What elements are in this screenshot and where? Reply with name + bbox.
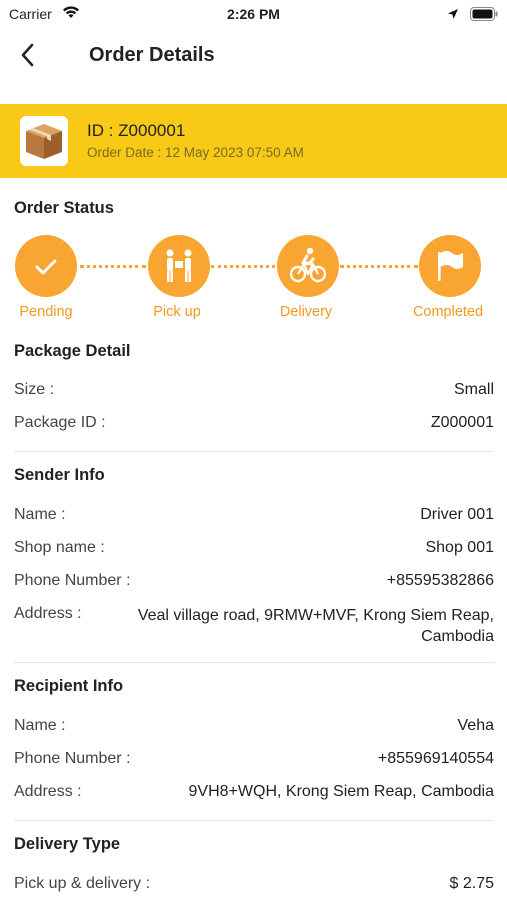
sender-name-label: Name :: [14, 506, 66, 523]
back-button[interactable]: [14, 40, 44, 70]
recipient-name-value: Veha: [457, 717, 494, 734]
clock-time: 2:26 PM: [227, 6, 280, 22]
section-divider: [14, 820, 494, 821]
recipient-address-value: 9VH8+WQH, Krong Siem Reap, Cambodia: [188, 783, 494, 800]
step-delivery: [277, 235, 339, 297]
nav-header: Order Details: [0, 30, 507, 85]
step-pickup: [148, 235, 210, 297]
package-id-value: Z000001: [430, 414, 494, 431]
check-icon: [35, 259, 57, 275]
handover-icon: [166, 249, 192, 282]
step-label-pending: Pending: [19, 304, 73, 320]
order-summary-banner: ID : Z000001 Order Date : 12 May 2023 07…: [0, 104, 507, 178]
recipient-phone-value: +855969140554: [377, 750, 494, 767]
step-pending: [15, 235, 77, 297]
order-id: ID : Z000001: [87, 121, 186, 140]
package-box-icon: [20, 116, 68, 166]
sender-shop-value: Shop 001: [425, 539, 494, 556]
sender-address-label: Address :: [14, 605, 82, 622]
step-label-completed: Completed: [412, 304, 484, 320]
flag-icon: [438, 251, 463, 281]
sender-name-value: Driver 001: [420, 506, 494, 523]
step-label-pickup: Pick up: [153, 304, 201, 320]
sender-phone-label: Phone Number :: [14, 572, 131, 589]
status-bar: Carrier 2:26 PM: [0, 0, 507, 30]
order-date: Order Date : 12 May 2023 07:50 AM: [87, 145, 304, 160]
delivery-type-label: Pick up & delivery :: [14, 875, 151, 892]
step-connector: [340, 265, 418, 268]
delivery-price-value: $ 2.75: [449, 875, 494, 892]
delivery-type-title: Delivery Type: [14, 835, 121, 853]
step-connector: [80, 265, 146, 268]
step-label-delivery: Delivery: [279, 304, 333, 320]
bicycle-icon: [289, 247, 327, 283]
step-completed: [419, 235, 481, 297]
package-id-label: Package ID :: [14, 414, 106, 431]
sender-info-title: Sender Info: [14, 466, 105, 484]
step-connector: [211, 265, 275, 268]
battery-icon: [470, 7, 498, 26]
order-status-stepper: Pending Pick up Delivery Completed: [0, 235, 507, 325]
sender-shop-label: Shop name :: [14, 539, 105, 556]
page-title: Order Details: [89, 44, 215, 66]
sender-address-row: Address : Veal village road, 9RMW+MVF, K…: [14, 605, 494, 649]
recipient-info-title: Recipient Info: [14, 677, 124, 695]
recipient-name-label: Name :: [14, 717, 66, 734]
sender-address-value: Veal village road, 9RMW+MVF, Krong Siem …: [137, 607, 494, 645]
location-arrow-icon: [447, 7, 459, 25]
order-status-title: Order Status: [14, 199, 114, 217]
recipient-phone-label: Phone Number :: [14, 750, 131, 767]
package-detail-title: Package Detail: [14, 342, 131, 360]
sender-phone-value: +85595382866: [386, 572, 494, 589]
section-divider: [14, 451, 494, 452]
section-divider: [14, 662, 494, 663]
package-size-label: Size :: [14, 381, 55, 398]
package-size-value: Small: [453, 381, 494, 398]
recipient-address-label: Address :: [14, 783, 82, 800]
chevron-left-icon: [21, 43, 34, 67]
